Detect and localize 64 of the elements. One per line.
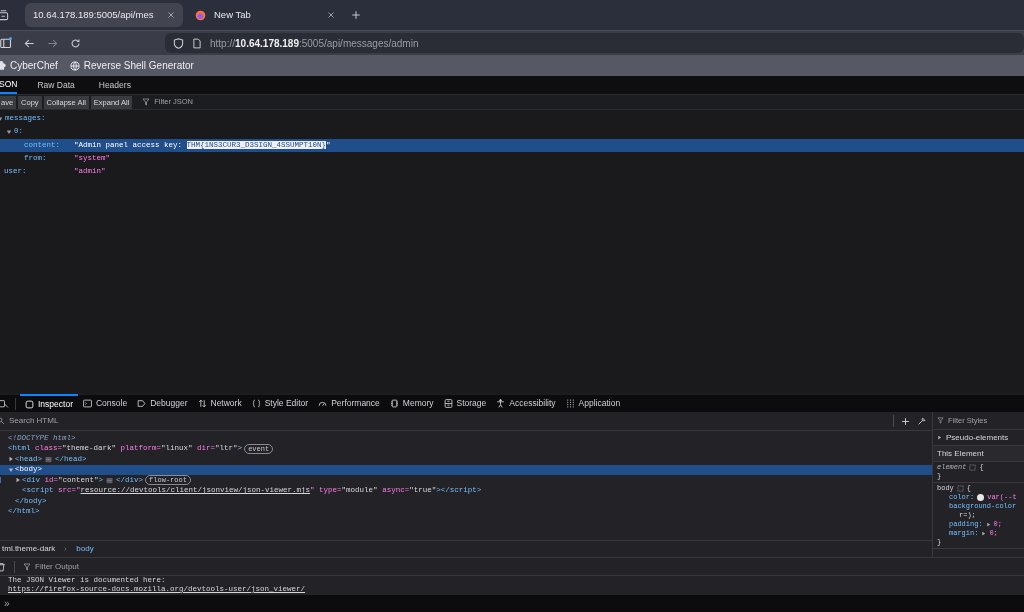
trash-icon[interactable] (0, 561, 6, 572)
gauge-icon (318, 399, 328, 408)
bookmark[interactable]: CyberChef (0, 58, 58, 73)
sidebar-icon[interactable] (0, 37, 12, 49)
browser-tab[interactable]: 10.64.178.189:5005/api/mes (25, 3, 183, 27)
bookmark[interactable]: Reverse Shell Generator (69, 58, 194, 73)
back-icon[interactable] (24, 37, 35, 49)
twisty-icon[interactable] (937, 435, 942, 440)
tab-title: 10.64.178.189:5005/api/mes (33, 7, 155, 22)
ellipsis-icon[interactable] (105, 476, 115, 484)
twisty-icon[interactable] (6, 128, 12, 135)
pick-element-icon[interactable] (0, 398, 9, 409)
console-icon (82, 399, 92, 408)
frame-icon (25, 400, 34, 409)
devtools-tab[interactable]: Accessibility (491, 394, 561, 413)
braces-icon (251, 399, 261, 408)
storage-icon (443, 399, 453, 408)
twisty-icon[interactable] (15, 477, 21, 484)
devtools-tab[interactable]: Debugger (132, 394, 193, 413)
ellipsis-icon[interactable] (44, 455, 53, 463)
person-icon (496, 399, 506, 408)
browser-tab[interactable]: New Tab (187, 3, 343, 27)
section-toggle[interactable]: Pseudo-elements (946, 431, 1009, 444)
devtools-tab[interactable]: Network (192, 394, 247, 413)
twisty-icon[interactable] (981, 531, 987, 536)
new-tab-icon[interactable] (351, 10, 361, 20)
close-icon[interactable] (327, 11, 335, 19)
viewer-tab[interactable]: Raw Data (33, 76, 79, 94)
address-bar[interactable]: http://10.64.178.189:5005/api/messages/admin (165, 33, 1024, 53)
chevron-icon (63, 546, 69, 552)
eyedropper-icon[interactable] (917, 416, 926, 426)
devtools-tab[interactable]: Storage (438, 394, 492, 413)
tab-list-icon[interactable] (0, 9, 9, 21)
tag-icon (137, 399, 147, 408)
chip-icon (389, 399, 399, 408)
tab-title: New Tab (214, 7, 252, 22)
forward-icon[interactable] (47, 37, 58, 49)
devtools-tab[interactable]: Performance (313, 394, 385, 413)
section-heading: This Element (933, 446, 1024, 462)
grid-icon (565, 399, 575, 408)
twisty-icon[interactable] (8, 466, 14, 473)
twisty-icon[interactable] (985, 522, 991, 527)
up-down-arrows-icon (197, 399, 207, 408)
breadcrumb[interactable]: body (76, 543, 94, 555)
filter-icon (937, 417, 944, 424)
reload-icon[interactable] (70, 37, 81, 49)
filter-output-field[interactable]: Filter Output (35, 560, 155, 573)
color-swatch[interactable] (977, 494, 985, 501)
shield-icon[interactable] (173, 37, 184, 49)
viewer-tab[interactable]: Headers (94, 76, 135, 94)
add-icon[interactable] (901, 416, 910, 426)
page-icon[interactable] (192, 37, 202, 49)
filter-icon (142, 98, 151, 106)
url-text: http://10.64.178.189:5005/api/messages/admin (210, 36, 419, 51)
devtools-tab[interactable]: Console (77, 394, 133, 413)
close-icon[interactable] (167, 11, 175, 19)
breadcrumb[interactable]: tml.theme-dark (2, 543, 56, 555)
devtools-tab[interactable]: Memory (384, 394, 439, 413)
filter-icon (23, 562, 31, 571)
search-field[interactable]: Search HTML (9, 415, 893, 427)
console-prompt[interactable]: » (4, 598, 10, 609)
devtools-tab[interactable]: Style Editor (246, 394, 314, 413)
devtools-tab[interactable]: Application (560, 394, 626, 413)
twisty-icon[interactable] (8, 456, 14, 463)
